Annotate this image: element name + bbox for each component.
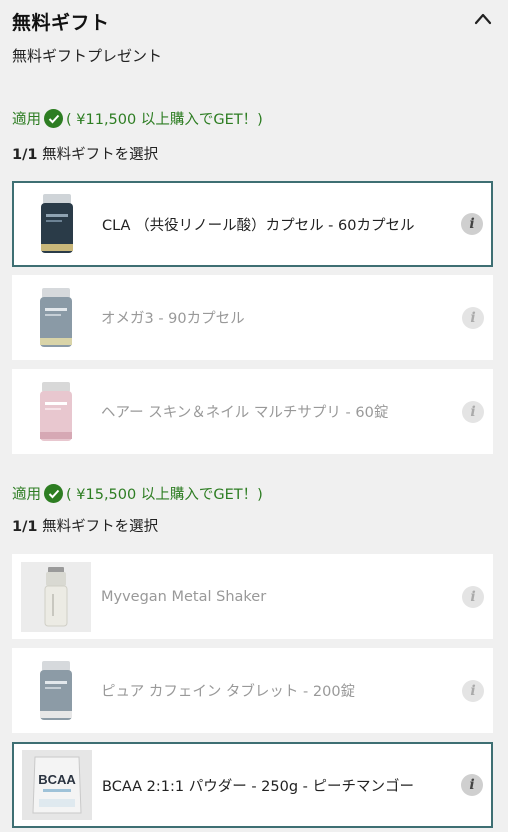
gift-item-name: ヘアー スキン＆ネイル マルチサプリ - 60錠 <box>101 405 389 421</box>
check-circle-icon <box>44 109 63 128</box>
info-icon[interactable]: i <box>462 400 484 423</box>
applied-label: 適用 <box>12 487 41 503</box>
info-icon[interactable]: i <box>461 213 483 235</box>
select-text: 無料ギフトを選択 <box>37 147 159 163</box>
applied-label: 適用 <box>12 112 41 128</box>
gift-item-name: CLA （共役リノール酸）カプセル - 60カプセル <box>102 217 415 234</box>
gift-item-caffeine[interactable]: ピュア カフェイン タブレット - 200錠 i <box>12 648 493 733</box>
tier-1-applied-header: 適用 ( ¥11,500 以上購入でGET！) <box>12 108 263 129</box>
select-count: 1/1 <box>12 147 38 163</box>
info-icon[interactable]: i <box>462 679 484 702</box>
check-circle-icon <box>44 484 63 503</box>
product-thumbnail <box>21 377 91 447</box>
gift-item-metal-shaker[interactable]: Myvegan Metal Shaker i <box>12 554 493 639</box>
gift-item-omega3[interactable]: オメガ3 - 90カプセル i <box>12 275 493 360</box>
threshold-text: ( ¥15,500 以上購入でGET！) <box>66 487 263 503</box>
info-icon[interactable]: i <box>462 306 484 329</box>
tier-1-select-label: 1/1 無料ギフトを選択 <box>12 143 158 164</box>
tier-2-select-label: 1/1 無料ギフトを選択 <box>12 515 158 536</box>
gift-item-name: Myvegan Metal Shaker <box>101 588 267 605</box>
product-thumbnail <box>21 656 91 726</box>
product-thumbnail: BCAA <box>22 750 92 820</box>
gift-item-name: BCAA 2:1:1 パウダー - 250g - ピーチマンゴー <box>102 778 415 795</box>
gift-item-hair-skin-nails[interactable]: ヘアー スキン＆ネイル マルチサプリ - 60錠 i <box>12 369 493 454</box>
gift-item-cla[interactable]: CLA （共役リノール酸）カプセル - 60カプセル i <box>12 181 493 267</box>
select-count: 1/1 <box>12 519 38 535</box>
info-icon[interactable]: i <box>461 774 483 796</box>
select-text: 無料ギフトを選択 <box>37 519 159 535</box>
chevron-up-icon[interactable] <box>474 12 492 26</box>
section-title: 無料ギフト <box>12 12 110 34</box>
tier-2-applied-header: 適用 ( ¥15,500 以上購入でGET！) <box>12 483 263 504</box>
gift-item-name: ピュア カフェイン タブレット - 200錠 <box>101 684 356 700</box>
threshold-text: ( ¥11,500 以上購入でGET！) <box>66 112 263 128</box>
pouch-label: BCAA <box>38 772 76 787</box>
product-thumbnail <box>22 189 92 259</box>
gift-item-bcaa[interactable]: BCAA BCAA 2:1:1 パウダー - 250g - ピーチマンゴー i <box>12 742 493 828</box>
product-thumbnail <box>21 561 91 632</box>
gift-item-name: オメガ3 - 90カプセル <box>101 311 245 327</box>
free-gift-header[interactable]: 無料ギフト <box>12 6 494 34</box>
product-thumbnail <box>21 283 91 353</box>
info-icon[interactable]: i <box>462 585 484 608</box>
section-subtitle: 無料ギフトプレゼント <box>12 47 163 65</box>
